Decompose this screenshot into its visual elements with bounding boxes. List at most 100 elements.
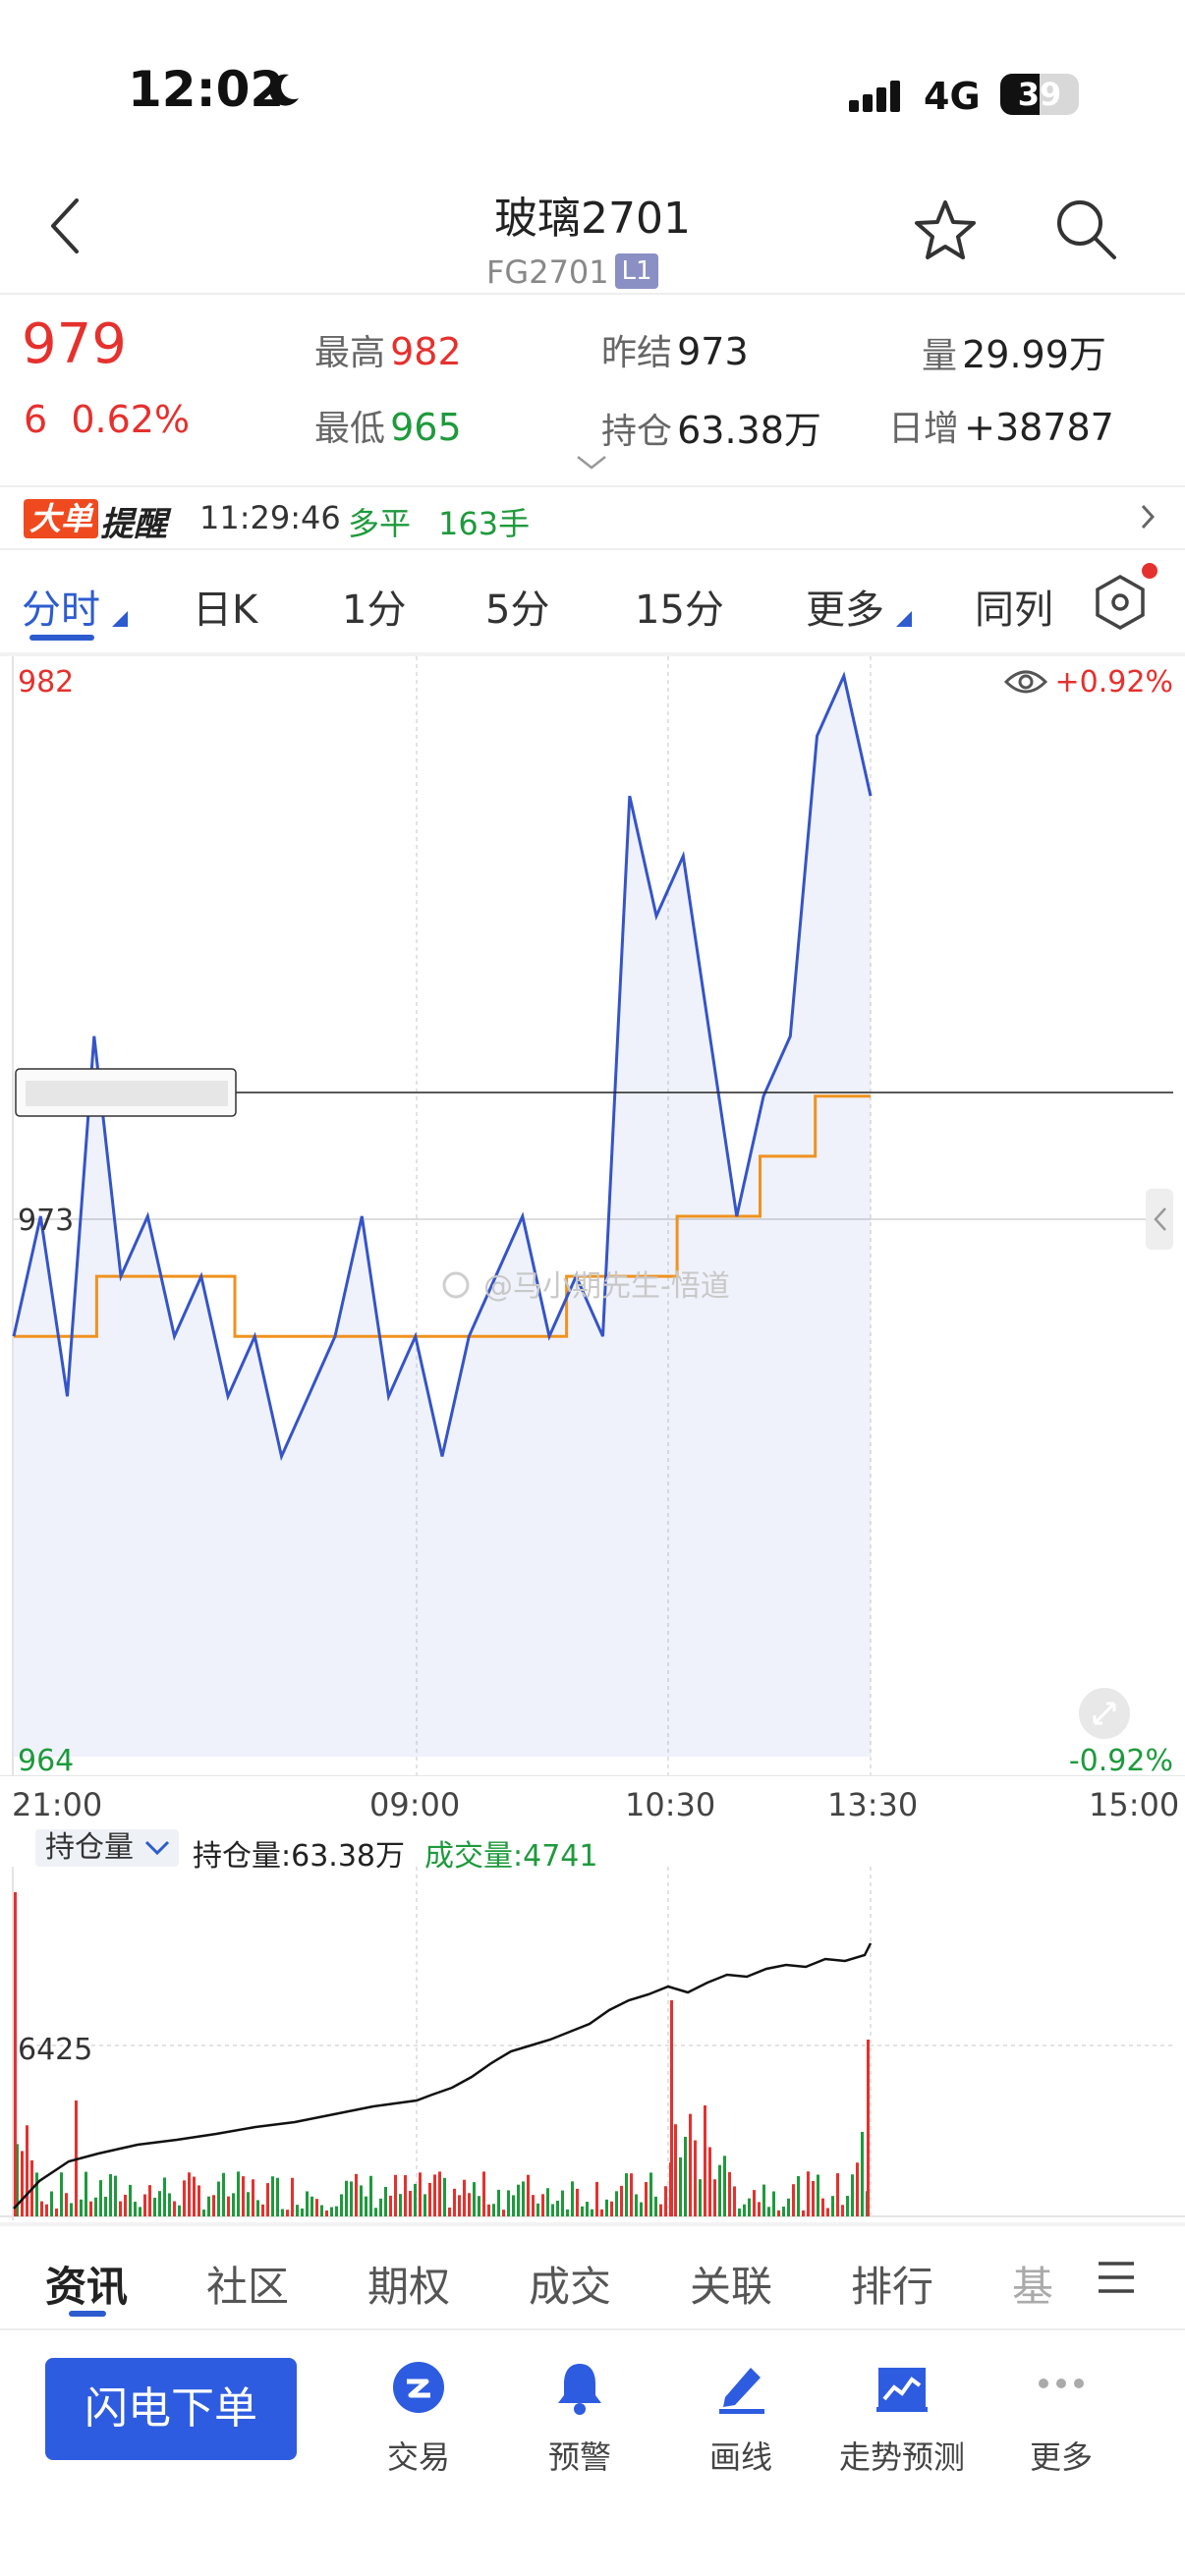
fullscreen-icon[interactable] xyxy=(1079,1688,1130,1739)
tab-related[interactable]: 关联 xyxy=(690,2254,772,2314)
volume-bar xyxy=(143,2194,146,2216)
volume-bar xyxy=(94,2197,97,2216)
star-icon[interactable] xyxy=(912,198,979,263)
volume-bar xyxy=(256,2200,259,2216)
volume-bar xyxy=(463,2179,466,2216)
volume-bars xyxy=(14,1892,870,2216)
y-label-mid: 973 xyxy=(18,1204,74,1238)
volume-bar xyxy=(649,2172,652,2216)
battery-icon: 39 xyxy=(1000,74,1079,115)
volume-bar xyxy=(674,2124,677,2216)
volume-bar xyxy=(640,2202,643,2216)
volume-bar xyxy=(802,2210,805,2216)
tab-5min[interactable]: 5分 xyxy=(485,578,549,635)
volume-bar xyxy=(831,2196,834,2216)
volume-bar xyxy=(384,2186,387,2216)
volume-bar xyxy=(183,2180,186,2216)
tab-news[interactable]: 资讯 xyxy=(45,2254,128,2314)
level-badge: L1 xyxy=(615,253,658,289)
volume-bar xyxy=(80,2199,83,2216)
triangle-icon xyxy=(896,611,912,627)
alert-label: 预警 xyxy=(547,2438,611,2476)
tab-peers[interactable]: 同列 xyxy=(975,578,1053,635)
volume-bar xyxy=(807,2171,810,2216)
volume-bar xyxy=(207,2196,210,2216)
volume-bar xyxy=(600,2209,603,2216)
menu-icon[interactable] xyxy=(1097,2260,1136,2295)
collapse-handle-icon[interactable] xyxy=(1146,1189,1173,1250)
volume-bar xyxy=(168,2193,171,2216)
crosshair-label-blur xyxy=(26,1081,228,1106)
volume-bar xyxy=(148,2185,151,2216)
alert-side: 多平 xyxy=(348,505,412,542)
tab-more[interactable]: 更多 xyxy=(806,578,884,635)
tab-15min[interactable]: 15分 xyxy=(635,578,724,635)
volume-bar xyxy=(448,2207,451,2216)
volume-bar xyxy=(694,2140,697,2216)
volume-bar xyxy=(345,2180,348,2216)
volume-bar xyxy=(541,2194,544,2216)
hexagon-settings-icon[interactable] xyxy=(1093,574,1148,631)
volume-bar xyxy=(487,2204,490,2216)
tab-trades[interactable]: 成交 xyxy=(529,2254,611,2314)
time-label-1500: 15:00 xyxy=(1089,1786,1180,1823)
open-interest-curve xyxy=(13,1942,873,2210)
volume-bar xyxy=(473,2182,476,2216)
volume-bar xyxy=(301,2208,304,2216)
volume-bar xyxy=(576,2188,579,2216)
volume-bar xyxy=(271,2176,274,2216)
volume-bar xyxy=(492,2204,495,2216)
volume-bar xyxy=(286,2210,289,2216)
volume-bar xyxy=(625,2173,628,2216)
volume-bar xyxy=(468,2193,471,2216)
intraday-chart[interactable]: 982 973 964 +0.92% -0.92% @马小期先生-悟道 xyxy=(0,656,1185,1776)
tab-1min[interactable]: 1分 xyxy=(342,578,406,635)
flash-order-button[interactable]: 闪电下单 xyxy=(45,2358,297,2460)
volume-bar xyxy=(635,2194,638,2216)
more-button[interactable]: 更多 xyxy=(1002,2358,1120,2476)
volume-bar xyxy=(163,2177,166,2216)
volume-bar xyxy=(114,2175,117,2216)
back-icon[interactable] xyxy=(47,196,81,255)
volume-bar xyxy=(748,2198,751,2216)
eye-icon[interactable] xyxy=(1003,670,1048,694)
volume-bar xyxy=(369,2175,372,2216)
pct-label-bottom: -0.92% xyxy=(1069,1744,1173,1776)
trend-forecast-label: 走势预测 xyxy=(838,2438,965,2476)
volume-bar xyxy=(605,2199,608,2216)
tab-options[interactable]: 期权 xyxy=(367,2254,450,2314)
trade-label: 交易 xyxy=(386,2438,450,2476)
volume-bar xyxy=(178,2205,181,2216)
tab-daily-k[interactable]: 日K xyxy=(193,578,257,635)
volume-bar xyxy=(777,2210,780,2216)
tab-community[interactable]: 社区 xyxy=(206,2254,289,2314)
chevron-down-icon[interactable] xyxy=(576,454,607,472)
trade-button[interactable]: 交易 xyxy=(360,2358,478,2476)
tab-ranking[interactable]: 排行 xyxy=(851,2254,933,2314)
volume-bar xyxy=(409,2191,412,2216)
volume-bar xyxy=(55,2208,58,2216)
trend-forecast-button[interactable]: 走势预测 xyxy=(833,2358,971,2476)
volume-bar xyxy=(360,2185,363,2216)
volume-bar xyxy=(512,2195,515,2216)
volume-bar xyxy=(841,2205,844,2216)
tab-fundamentals[interactable]: 基 xyxy=(1012,2254,1053,2314)
search-icon[interactable] xyxy=(1053,196,1118,261)
volume-bar xyxy=(296,2205,299,2216)
network-label: 4G xyxy=(924,75,981,118)
time-axis: 21:00 09:00 10:30 13:30 15:00 xyxy=(0,1786,1185,1825)
alert-divider xyxy=(0,548,1185,550)
more-label: 更多 xyxy=(1029,2438,1093,2476)
alert-button[interactable]: 预警 xyxy=(521,2358,639,2476)
time-label-1030: 10:30 xyxy=(625,1786,716,1823)
low-label: 最低 xyxy=(314,409,386,449)
tab-intraday[interactable]: 分时 xyxy=(22,578,100,635)
chevron-down-icon[interactable] xyxy=(143,1839,171,1857)
chevron-right-icon[interactable] xyxy=(1140,503,1156,531)
last-price: 979 xyxy=(22,312,127,376)
volume-bar xyxy=(428,2182,431,2216)
price-series xyxy=(12,671,873,1757)
volume-bar xyxy=(743,2204,746,2216)
volume-bar xyxy=(566,2209,569,2216)
draw-button[interactable]: 画线 xyxy=(682,2358,800,2476)
